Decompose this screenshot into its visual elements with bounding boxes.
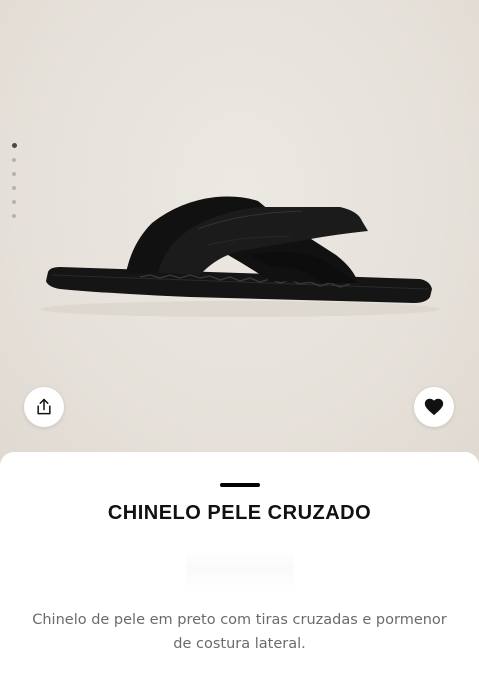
sheet-drag-handle[interactable]	[220, 483, 260, 487]
gallery-dot[interactable]	[12, 214, 16, 218]
product-gallery[interactable]	[0, 0, 479, 470]
gallery-dot[interactable]	[12, 200, 16, 204]
gallery-dot[interactable]	[12, 158, 16, 162]
product-description: Chinelo de pele em preto com tiras cruza…	[32, 612, 447, 652]
gallery-pagination	[12, 143, 18, 228]
gallery-dot[interactable]	[12, 186, 16, 190]
favorite-button[interactable]	[414, 387, 454, 427]
gallery-dot-active[interactable]	[12, 143, 17, 148]
product-image	[40, 196, 440, 317]
share-button[interactable]	[24, 387, 64, 427]
price-placeholder	[186, 548, 294, 592]
share-icon	[37, 398, 51, 415]
product-title: CHINELO PELE CRUZADO	[107, 502, 372, 524]
heart-icon	[424, 398, 444, 416]
gallery-dot[interactable]	[12, 172, 16, 176]
product-info-sheet[interactable]: CHINELO PELE CRUZADO Chinelo de pele em …	[0, 452, 479, 699]
